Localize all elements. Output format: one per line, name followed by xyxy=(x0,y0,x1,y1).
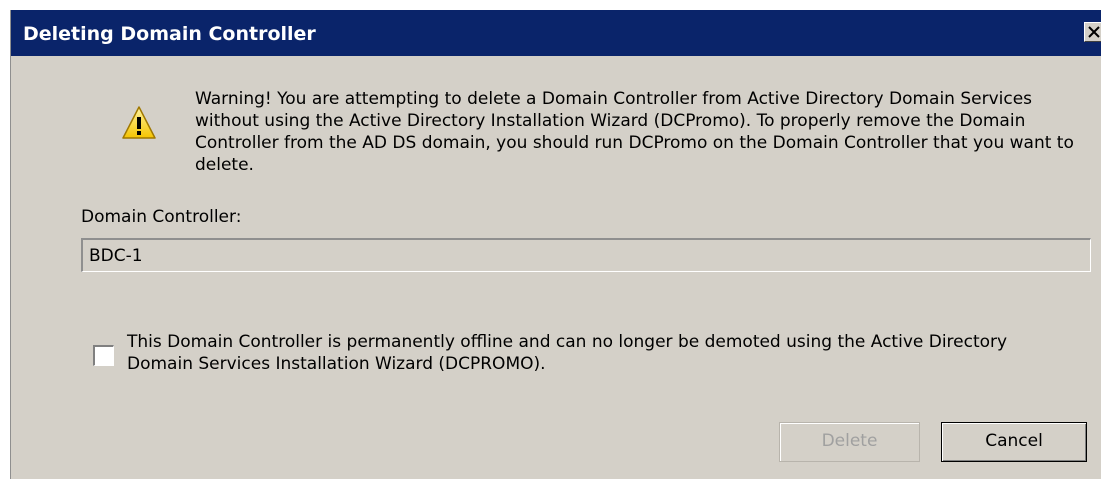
domain-controller-label: Domain Controller: xyxy=(81,207,242,227)
close-button[interactable] xyxy=(1084,22,1101,42)
window-title: Deleting Domain Controller xyxy=(23,23,316,45)
warning-icon xyxy=(122,106,156,139)
domain-controller-field[interactable] xyxy=(81,238,1091,272)
offline-checkbox[interactable] xyxy=(93,345,114,366)
cancel-button[interactable]: Cancel xyxy=(941,422,1087,462)
offline-checkbox-label[interactable]: This Domain Controller is permanently of… xyxy=(127,331,1067,375)
title-bar[interactable]: Deleting Domain Controller xyxy=(11,10,1101,56)
delete-dc-dialog: Deleting Domain Controller Warning! You … xyxy=(10,10,1101,479)
close-icon xyxy=(1088,26,1100,38)
warning-message: Warning! You are attempting to delete a … xyxy=(195,89,1074,175)
delete-button[interactable]: Delete xyxy=(779,422,920,462)
